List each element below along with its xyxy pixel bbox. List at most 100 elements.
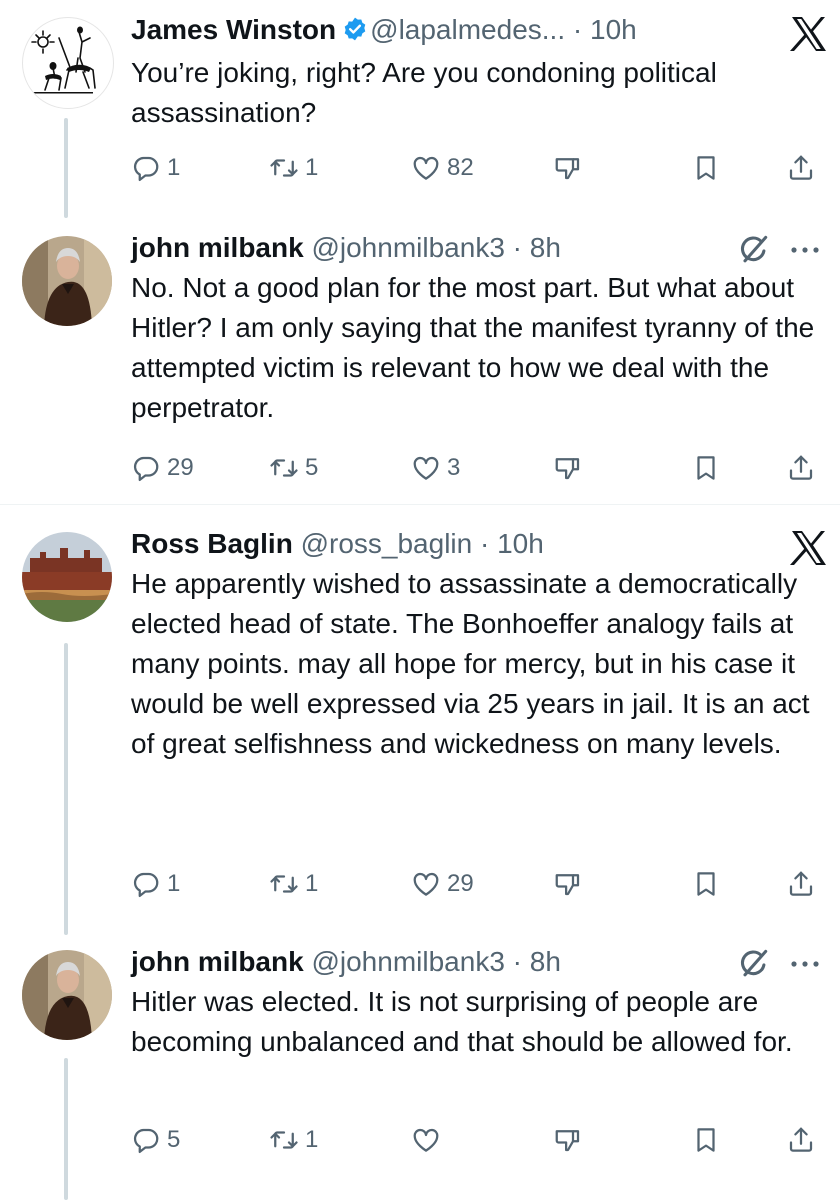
share-button[interactable] [786, 1122, 816, 1158]
repost-count: 5 [305, 454, 319, 481]
reply-count: 1 [167, 154, 181, 181]
timestamp[interactable]: 8h [530, 946, 561, 977]
share-icon [786, 153, 816, 183]
avatar[interactable] [22, 950, 112, 1040]
reply-button[interactable]: 1 [131, 866, 180, 902]
display-name[interactable]: Ross Baglin [131, 528, 293, 559]
thread-line [64, 643, 68, 935]
display-name[interactable]: john milbank [131, 232, 304, 263]
don-quixote-sketch-icon [31, 26, 96, 94]
bookmark-button[interactable] [691, 150, 721, 186]
tweet-header: john milbank @johnmilbank3 · 8h [131, 944, 820, 980]
tweet-header: Ross Baglin @ross_baglin · 10h [131, 526, 820, 562]
x-logo-icon [788, 528, 828, 568]
reply-button[interactable]: 29 [131, 450, 194, 486]
tweet-header: john milbank @johnmilbank3 · 8h [131, 230, 820, 266]
repost-button[interactable]: 1 [269, 1122, 318, 1158]
more-icon[interactable] [790, 245, 820, 255]
separator-dot: · [512, 232, 522, 263]
avatar[interactable] [22, 236, 112, 326]
handle[interactable]: @johnmilbank3 [311, 232, 504, 263]
profile-photo [22, 532, 112, 622]
handle[interactable]: @lapalmedes... [370, 14, 565, 45]
repost-count: 1 [305, 154, 319, 181]
thumbs-down-icon [553, 453, 583, 483]
repost-button[interactable]: 5 [269, 450, 318, 486]
thread-line [64, 118, 68, 218]
share-button[interactable] [786, 150, 816, 186]
tweet-header: James Winston @lapalmedes... · 10h [131, 12, 820, 51]
thread-line [64, 1058, 68, 1200]
repost-button[interactable]: 1 [269, 866, 318, 902]
separator-dot: · [512, 946, 522, 977]
like-count: 3 [447, 454, 461, 481]
timestamp[interactable]: 10h [590, 14, 637, 45]
handle[interactable]: @johnmilbank3 [311, 946, 504, 977]
like-button[interactable]: 82 [411, 150, 474, 186]
bookmark-icon [691, 869, 721, 899]
share-icon [786, 453, 816, 483]
reply-button[interactable]: 1 [131, 150, 180, 186]
like-button[interactable] [411, 1122, 447, 1158]
reply-button[interactable]: 5 [131, 1122, 180, 1158]
reply-count: 5 [167, 1126, 181, 1153]
bookmark-icon [691, 453, 721, 483]
repost-icon [269, 1125, 299, 1155]
tweet-text: He apparently wished to assassinate a de… [131, 568, 810, 759]
downvote-button[interactable] [553, 1122, 583, 1158]
more-icon[interactable] [790, 959, 820, 969]
like-button[interactable]: 3 [411, 450, 460, 486]
heart-icon [411, 453, 441, 483]
thumbs-down-icon [553, 1125, 583, 1155]
display-name[interactable]: James Winston [131, 14, 336, 45]
bookmark-button[interactable] [691, 450, 721, 486]
avatar[interactable] [22, 17, 114, 109]
tweet[interactable]: john milbank @johnmilbank3 · 8h Hitler w… [0, 940, 840, 1200]
repost-icon [269, 453, 299, 483]
bookmark-button[interactable] [691, 1122, 721, 1158]
repost-icon [269, 869, 299, 899]
downvote-button[interactable] [553, 150, 583, 186]
share-button[interactable] [786, 450, 816, 486]
heart-icon [411, 869, 441, 899]
bookmark-button[interactable] [691, 866, 721, 902]
tweet[interactable]: Ross Baglin @ross_baglin · 10h He appare… [0, 518, 840, 935]
like-button[interactable]: 29 [411, 866, 474, 902]
reply-icon [131, 1125, 161, 1155]
tweet[interactable]: john milbank @johnmilbank3 · 8h No. Not … [0, 222, 840, 502]
bookmark-icon [691, 1125, 721, 1155]
downvote-button[interactable] [553, 450, 583, 486]
display-name[interactable]: john milbank [131, 946, 304, 977]
profile-photo [22, 950, 112, 1040]
heart-icon [411, 153, 441, 183]
repost-button[interactable]: 1 [269, 150, 318, 186]
reply-icon [131, 453, 161, 483]
handle[interactable]: @ross_baglin [301, 528, 473, 559]
reply-count: 1 [167, 870, 181, 897]
timestamp[interactable]: 8h [530, 232, 561, 263]
downvote-button[interactable] [553, 866, 583, 902]
reply-icon [131, 153, 161, 183]
share-icon [786, 1125, 816, 1155]
verified-badge-icon [342, 15, 368, 51]
like-count: 29 [447, 870, 474, 897]
share-icon [786, 869, 816, 899]
profile-photo [22, 236, 112, 326]
separator-dot: · [480, 528, 490, 559]
tweet-text: No. Not a good plan for the most part. B… [131, 272, 815, 423]
repost-count: 1 [305, 1126, 319, 1153]
tweet[interactable]: James Winston @lapalmedes... · 10h You’re… [0, 0, 840, 218]
tweet-text: You’re joking, right? Are you condoning … [131, 57, 717, 128]
thumbs-down-icon [553, 153, 583, 183]
like-count: 82 [447, 154, 474, 181]
thumbs-down-icon [553, 869, 583, 899]
timestamp[interactable]: 10h [497, 528, 544, 559]
reply-icon [131, 869, 161, 899]
tweet-text: Hitler was elected. It is not surprising… [131, 986, 793, 1057]
grok-icon[interactable] [736, 232, 772, 268]
divider [0, 504, 840, 505]
reply-count: 29 [167, 454, 194, 481]
avatar[interactable] [22, 532, 112, 622]
share-button[interactable] [786, 866, 816, 902]
grok-icon[interactable] [736, 946, 772, 982]
